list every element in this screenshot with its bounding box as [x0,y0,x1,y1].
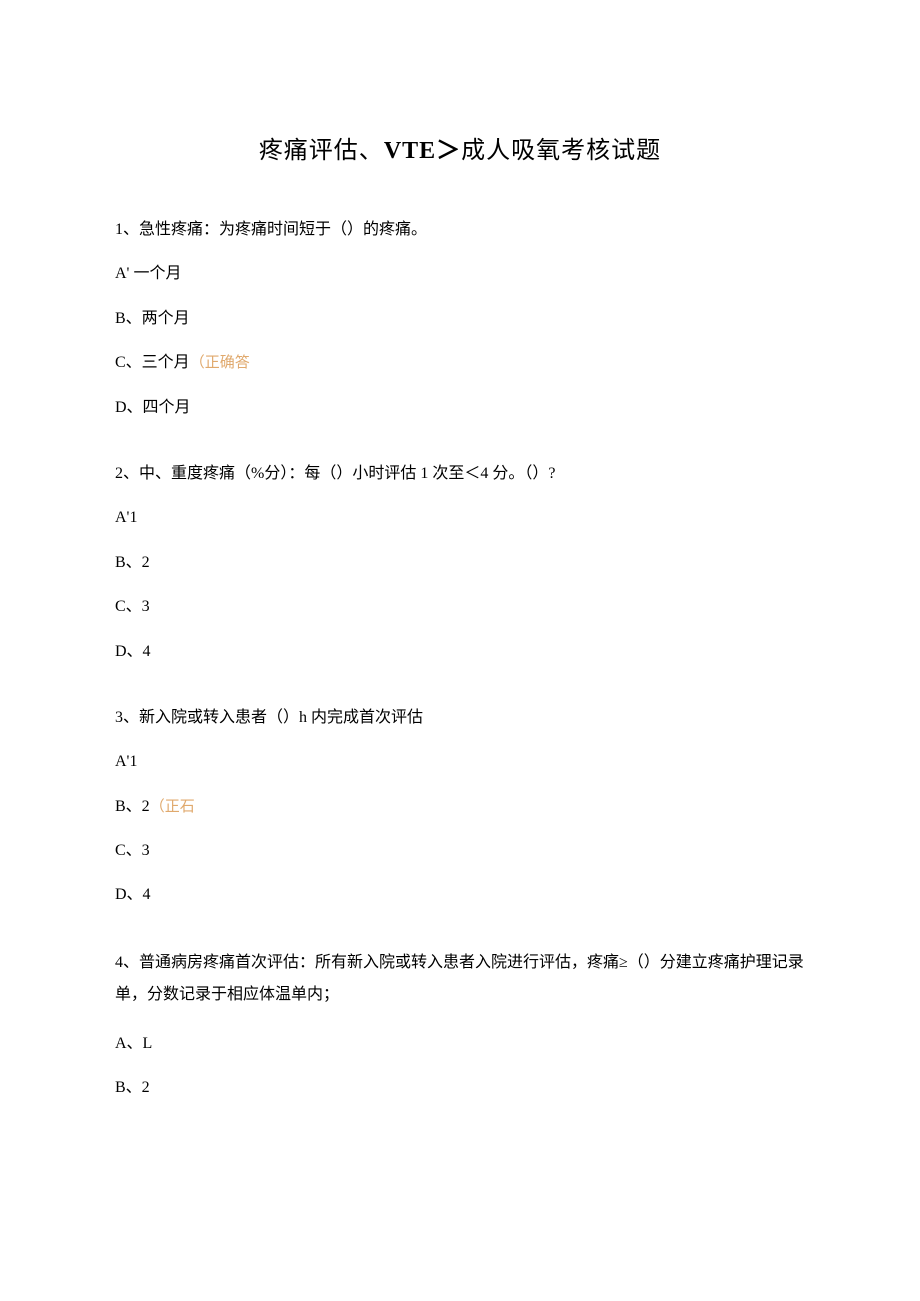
question-text: 3、新入院或转入患者（）h 内完成首次评估 [115,703,805,733]
title-part1: 疼痛评估、 [259,138,384,164]
option-c: C、3 [115,836,805,866]
option-c: C、三个月（正确答 [115,348,805,378]
question-2: 2、中、重度疼痛（%分）：每（）小时评估 1 次至＜4 分。（）? A'1 B、… [115,459,805,667]
option-c-label: C、三个月 [115,354,190,371]
question-text: 2、中、重度疼痛（%分）：每（）小时评估 1 次至＜4 分。（）? [115,459,805,489]
title-bold: VTE＞ [384,138,461,164]
question-1: 1、急性疼痛：为疼痛时间短于（）的疼痛。 A' 一个月 B、两个月 C、三个月（… [115,215,805,423]
correct-answer-text: （正确答 [190,355,250,371]
question-text: 4、普通病房疼痛首次评估：所有新入院或转入患者入院进行评估，疼痛≥（）分建立疼痛… [115,947,805,1011]
option-d: D、4 [115,880,805,910]
option-a: A'1 [115,747,805,777]
option-a: A' 一个月 [115,259,805,289]
page-title: 疼痛评估、VTE＞成人吸氧考核试题 [115,130,805,165]
option-b: B、2（正石 [115,792,805,822]
title-part2: 成人吸氧考核试题 [461,138,661,164]
correct-answer-text: （正石 [150,799,195,815]
question-3: 3、新入院或转入患者（）h 内完成首次评估 A'1 B、2（正石 C、3 D、4 [115,703,805,911]
option-b-label: B、2 [115,798,150,815]
option-d: D、四个月 [115,393,805,423]
option-b: B、2 [115,548,805,578]
option-b: B、两个月 [115,304,805,334]
option-a: A'1 [115,503,805,533]
question-4: 4、普通病房疼痛首次评估：所有新入院或转入患者入院进行评估，疼痛≥（）分建立疼痛… [115,947,805,1104]
document-page: 疼痛评估、VTE＞成人吸氧考核试题 1、急性疼痛：为疼痛时间短于（）的疼痛。 A… [0,0,920,1200]
option-b: B、2 [115,1073,805,1103]
option-a: A、L [115,1029,805,1059]
option-d: D、4 [115,637,805,667]
question-text: 1、急性疼痛：为疼痛时间短于（）的疼痛。 [115,215,805,245]
option-c: C、3 [115,592,805,622]
